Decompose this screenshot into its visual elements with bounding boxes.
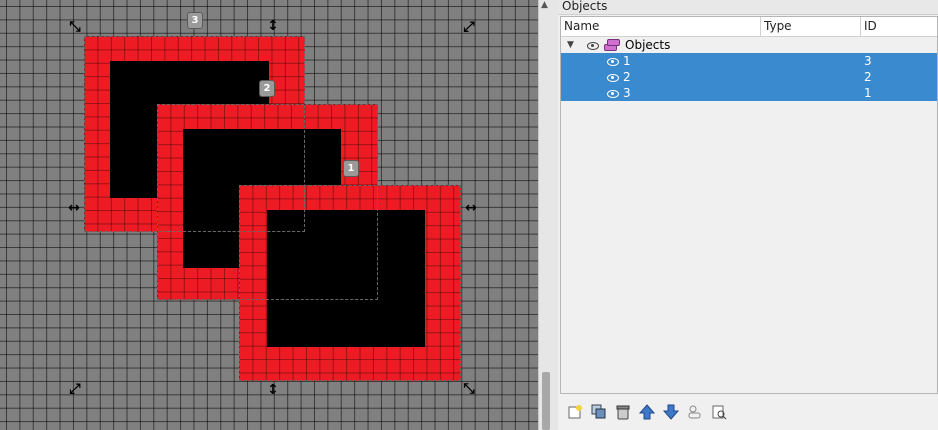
tree-row-root[interactable]: ▼ Objects bbox=[561, 37, 937, 53]
canvas-scrollbar[interactable]: ▲ bbox=[538, 0, 559, 430]
panel-title: Objects bbox=[558, 0, 938, 15]
column-header-id[interactable]: ID bbox=[861, 17, 937, 36]
objects-toolbar bbox=[560, 398, 938, 426]
move-up-icon[interactable] bbox=[638, 403, 656, 421]
properties-icon[interactable] bbox=[710, 403, 728, 421]
column-header-name[interactable]: Name bbox=[561, 17, 761, 36]
duplicate-icon[interactable] bbox=[590, 403, 608, 421]
tree-header: Name Type ID bbox=[561, 17, 937, 37]
visibility-eye-icon[interactable] bbox=[607, 69, 619, 85]
column-header-type[interactable]: Type bbox=[761, 17, 861, 36]
resize-handle-bottom-left-icon[interactable]: ⤢ bbox=[67, 381, 83, 397]
order-badge-3: 3 bbox=[187, 12, 203, 29]
delete-icon[interactable] bbox=[614, 403, 632, 421]
visibility-eye-icon[interactable] bbox=[587, 37, 599, 53]
order-badge-1: 1 bbox=[343, 160, 359, 177]
scrollbar-thumb[interactable] bbox=[542, 372, 550, 430]
resize-handle-left-icon[interactable]: ↔ bbox=[66, 200, 82, 216]
move-down-icon[interactable] bbox=[662, 403, 680, 421]
resize-handle-top-icon[interactable]: ↕ bbox=[265, 18, 281, 34]
object-1-inner bbox=[267, 210, 425, 347]
item-id: 3 bbox=[864, 54, 872, 68]
canvas-object-1[interactable] bbox=[239, 185, 461, 381]
objects-tree[interactable]: Name Type ID ▼ Objects 1 3 2 2 3 1 bbox=[560, 16, 938, 394]
resize-handle-right-icon[interactable]: ↔ bbox=[463, 200, 479, 216]
collapse-arrow-icon[interactable]: ▼ bbox=[567, 37, 574, 53]
objects-panel: Objects Name Type ID ▼ Objects 1 3 2 2 3… bbox=[558, 0, 938, 430]
item-name: 1 bbox=[623, 54, 631, 68]
resize-handle-top-left-icon[interactable]: ⤡ bbox=[67, 19, 83, 35]
resize-handle-bottom-icon[interactable]: ↕ bbox=[265, 382, 281, 398]
tree-root-label: Objects bbox=[625, 38, 671, 52]
resize-handle-top-right-icon[interactable]: ⤢ bbox=[461, 19, 477, 35]
drawing-canvas[interactable]: 3 2 1 ⤡ ↕ ⤢ ↔ ↔ ⤢ ↕ ⤡ bbox=[0, 0, 538, 430]
layers-group-icon bbox=[604, 38, 620, 51]
new-object-icon[interactable] bbox=[566, 403, 584, 421]
group-icon[interactable] bbox=[686, 403, 704, 421]
tree-row-item[interactable]: 2 2 bbox=[561, 69, 937, 85]
item-name: 3 bbox=[623, 86, 631, 100]
resize-handle-bottom-right-icon[interactable]: ⤡ bbox=[461, 381, 477, 397]
visibility-eye-icon[interactable] bbox=[607, 85, 619, 101]
item-id: 2 bbox=[864, 70, 872, 84]
order-badge-2: 2 bbox=[259, 80, 275, 97]
visibility-eye-icon[interactable] bbox=[607, 53, 619, 69]
tree-row-item[interactable]: 3 1 bbox=[561, 85, 937, 101]
item-name: 2 bbox=[623, 70, 631, 84]
scroll-up-arrow-icon[interactable]: ▲ bbox=[541, 0, 548, 10]
tree-row-item[interactable]: 1 3 bbox=[561, 53, 937, 69]
item-id: 1 bbox=[864, 86, 872, 100]
